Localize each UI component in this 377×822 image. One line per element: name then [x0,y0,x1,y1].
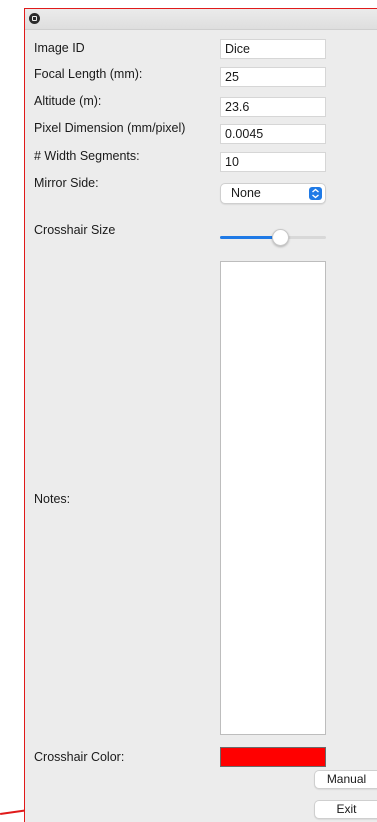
slider-thumb[interactable] [272,229,290,246]
mirror-side-label: Mirror Side: [34,176,99,190]
image-id-label: Image ID [34,41,85,55]
width-segments-field[interactable] [220,152,326,172]
notes-label: Notes: [34,492,71,506]
app-window: Image ID Focal Length (mm): Altitude (m)… [24,8,377,822]
focal-length-label: Focal Length (mm): [34,67,143,81]
exit-button[interactable]: Exit [314,800,377,819]
highlight-outline-diagonal [0,809,26,815]
title-bar [25,9,377,30]
image-id-field[interactable] [220,39,326,59]
notes-textarea[interactable] [220,261,326,735]
pixel-dimension-field[interactable] [220,124,326,144]
crosshair-size-slider[interactable] [220,229,326,246]
altitude-field[interactable] [220,97,326,117]
manual-button[interactable]: Manual [314,770,377,789]
app-window-icon [29,13,40,24]
pixel-dimension-label: Pixel Dimension (mm/pixel) [34,121,186,135]
width-segments-label: # Width Segments: [34,149,140,163]
mirror-side-select[interactable]: None [220,183,326,204]
crosshair-color-label: Crosshair Color: [34,750,125,764]
slider-fill [220,236,281,239]
chevron-up-down-icon [309,187,322,200]
screenshot-frame: Image ID Focal Length (mm): Altitude (m)… [0,0,377,822]
mirror-side-value: None [231,186,261,200]
altitude-label: Altitude (m): [34,94,102,108]
crosshair-size-label: Crosshair Size [34,223,116,237]
crosshair-color-swatch[interactable] [220,747,326,767]
focal-length-field[interactable] [220,67,326,87]
